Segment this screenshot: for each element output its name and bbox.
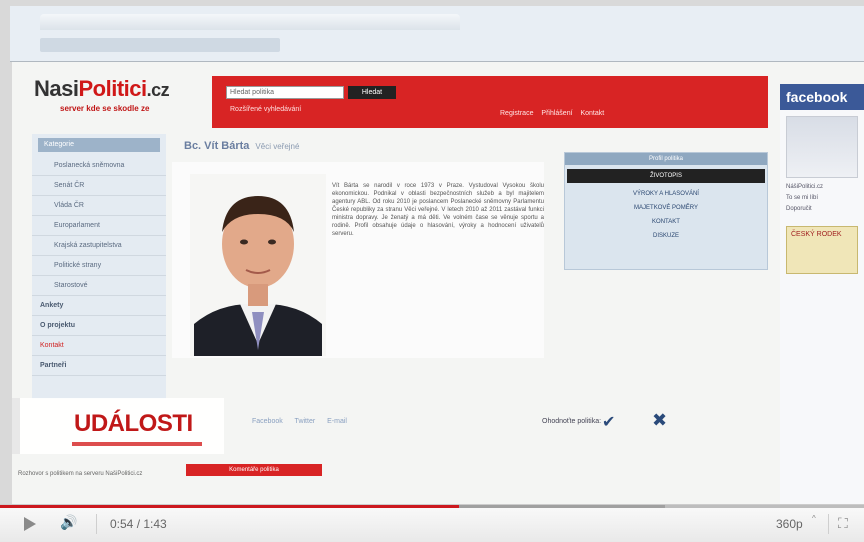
fullscreen-icon[interactable]: ⛶ bbox=[838, 515, 848, 532]
profile-menu-item[interactable]: VÝROKY A HLASOVÁNÍ bbox=[565, 187, 767, 201]
sidebar-item[interactable]: Senát ČR bbox=[32, 176, 166, 196]
video-controls: 🔊 0:54 / 1:43 360p ^ ⛶ bbox=[0, 504, 864, 542]
sidebar-item[interactable]: Politické strany bbox=[32, 256, 166, 276]
profile-menu-item[interactable]: DISKUZE bbox=[565, 229, 767, 243]
udalosti-logo: UDÁLOSTI bbox=[74, 410, 193, 437]
browser-chrome bbox=[10, 6, 864, 62]
profile-menu: Profil politika ŽIVOTOPIS VÝROKY A HLASOV… bbox=[564, 152, 768, 270]
site-logo: NasiPolitici.cz bbox=[34, 76, 170, 102]
video-frame[interactable]: NasiPolitici.cz server kde se skodle ze … bbox=[0, 0, 864, 504]
facebook-thumbnail[interactable] bbox=[786, 116, 858, 178]
progress-bar[interactable] bbox=[0, 505, 864, 508]
logo-tld: .cz bbox=[146, 80, 170, 100]
sidebar-ad-badge[interactable]: ČESKÝ RODEK bbox=[786, 226, 858, 274]
sidebar-item[interactable]: Poslanecká sněmovna bbox=[32, 156, 166, 176]
profile-menu-item[interactable]: KONTAKT bbox=[565, 215, 767, 229]
top-nav-links[interactable]: Registrace Přihlášení Kontakt bbox=[500, 110, 604, 117]
sidebar-item[interactable]: Starostové bbox=[32, 276, 166, 296]
profile-menu-item[interactable]: ŽIVOTOPIS bbox=[567, 169, 765, 183]
facebook-line: NášiPolitici.cz bbox=[786, 184, 824, 190]
time-display: 0:54 / 1:43 bbox=[110, 517, 167, 531]
share-links[interactable]: Facebook Twitter E-mail bbox=[252, 418, 347, 425]
divider bbox=[96, 514, 97, 534]
tv-logo-overlay: UDÁLOSTI bbox=[12, 398, 224, 454]
sidebar-item[interactable]: Kontakt bbox=[32, 336, 166, 356]
sidebar-item[interactable]: Ankety bbox=[32, 296, 166, 316]
sidebar: Kategorie Poslanecká sněmovna Senát ČR Vlá… bbox=[32, 134, 166, 399]
politician-photo bbox=[190, 174, 326, 356]
sidebar-item[interactable]: Partneři bbox=[32, 356, 166, 376]
browser-tabs bbox=[40, 14, 460, 30]
caption-text: Rozhovor s politikem na serveru NašiPoli… bbox=[18, 471, 143, 477]
logo-part-red: Politici bbox=[78, 76, 147, 101]
search-input[interactable]: Hledat politika bbox=[226, 86, 344, 99]
sidebar-header: Kategorie bbox=[38, 138, 160, 152]
quality-arrow-icon[interactable]: ^ bbox=[812, 514, 816, 523]
site-tagline: server kde se skodle ze bbox=[60, 104, 150, 113]
overlay-edge bbox=[12, 398, 20, 454]
facebook-header[interactable]: facebook bbox=[780, 84, 864, 110]
facebook-widget: facebook NášiPolitici.cz To se mi líbí D… bbox=[780, 84, 864, 504]
quality-button[interactable]: 360p bbox=[776, 517, 803, 531]
sidebar-item[interactable]: Vláda ČR bbox=[32, 196, 166, 216]
profile-menu-header: Profil politika bbox=[565, 153, 767, 165]
facebook-like[interactable]: To se mi líbí bbox=[786, 195, 858, 201]
play-icon[interactable] bbox=[24, 517, 36, 531]
politician-name: Bc. Vít Bárta bbox=[184, 140, 250, 152]
sidebar-item[interactable]: Krajská zastupitelstva bbox=[32, 236, 166, 256]
volume-icon[interactable]: 🔊 bbox=[60, 514, 77, 531]
advanced-search-link[interactable]: Rozšířené vyhledávání bbox=[230, 106, 301, 113]
header-banner: Hledat politika Hledat Rozšířené vyhledá… bbox=[212, 76, 768, 128]
logo-part-dark: Nasi bbox=[34, 76, 79, 101]
rating-label: Ohodnoťte politika: bbox=[542, 418, 602, 425]
browser-toolbar bbox=[40, 38, 280, 52]
comments-strip[interactable]: Komentáře politika bbox=[186, 464, 322, 476]
search-button[interactable]: Hledat bbox=[348, 86, 396, 99]
progress-played bbox=[0, 505, 459, 508]
sidebar-item[interactable]: Europarlament bbox=[32, 216, 166, 236]
cross-icon[interactable]: ✖ bbox=[652, 410, 667, 431]
check-icon[interactable]: ✔ bbox=[602, 412, 615, 432]
divider bbox=[828, 514, 829, 534]
profile-title: Bc. Vít Bárta Věci veřejné bbox=[184, 140, 299, 152]
sidebar-item[interactable]: O projektu bbox=[32, 316, 166, 336]
politician-bio: Vít Bárta se narodil v roce 1973 v Praze… bbox=[332, 183, 544, 237]
overlay-stripe bbox=[72, 442, 202, 446]
politician-party: Věci veřejné bbox=[255, 142, 300, 151]
profile-menu-item[interactable]: MAJETKOVÉ POMĚRY bbox=[565, 201, 767, 215]
facebook-recommend[interactable]: Doporučit bbox=[786, 206, 858, 212]
share-row: Facebook Twitter E-mail Ohodnoťte politi… bbox=[242, 410, 762, 432]
